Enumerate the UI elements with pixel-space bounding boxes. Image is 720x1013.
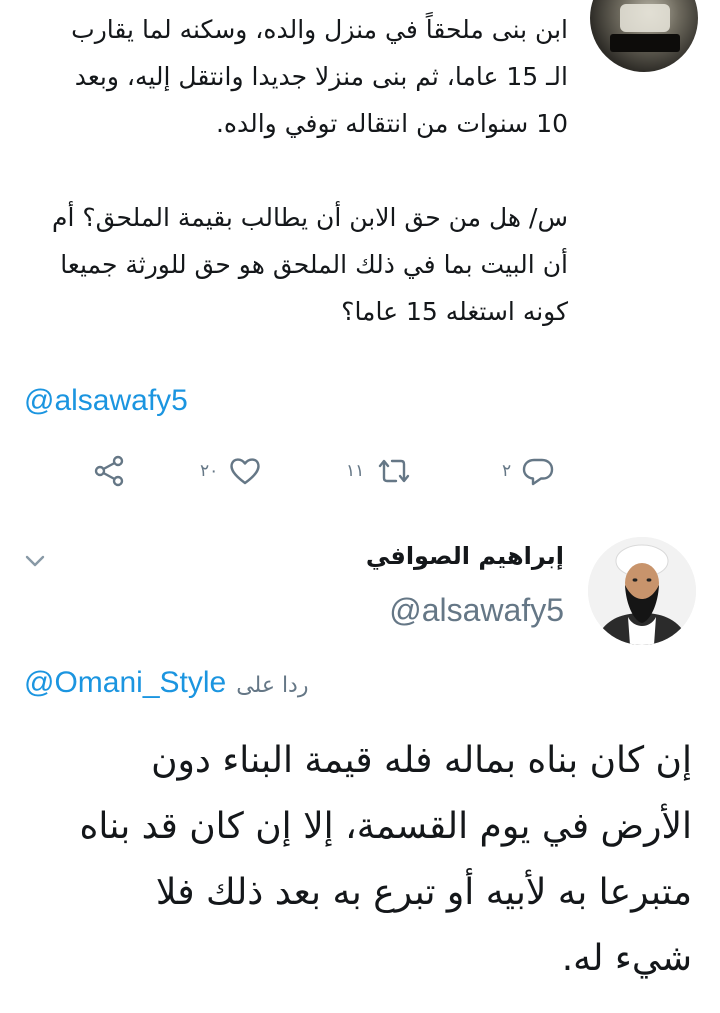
more-options-button[interactable]	[24, 553, 46, 573]
replying-to: @Omani_Style ردا على	[24, 666, 308, 700]
avatar[interactable]	[590, 0, 698, 72]
share-button[interactable]	[92, 454, 126, 488]
tweet-text: ابن بنى ملحقاً في منزل والده، وسكنه لما …	[51, 15, 568, 326]
reply-count: ٢	[502, 461, 512, 481]
tweet-text: إن كان بناه بماله فله قيمة البناء دون ال…	[79, 740, 692, 979]
reply-mention-link[interactable]: @Omani_Style	[24, 666, 226, 700]
like-button[interactable]: ٢٠	[200, 454, 262, 488]
avatar[interactable]	[588, 537, 696, 645]
retweet-count: ١١	[346, 461, 365, 481]
reply-icon	[522, 458, 554, 486]
profile-photo	[588, 537, 696, 645]
heart-icon	[230, 458, 260, 485]
user-handle[interactable]: @alsawafy5	[389, 592, 564, 629]
reply-button[interactable]: ٢	[502, 454, 555, 488]
chevron-down-icon	[25, 555, 45, 567]
like-count: ٢٠	[200, 461, 219, 481]
retweet-icon	[379, 459, 410, 483]
mention-link[interactable]: @alsawafy5	[24, 384, 188, 418]
display-name[interactable]: إبراهيم الصوافي	[366, 542, 564, 570]
replying-to-label: ردا على	[236, 673, 309, 698]
retweet-button[interactable]: ١١	[346, 454, 414, 488]
share-icon	[94, 455, 124, 487]
